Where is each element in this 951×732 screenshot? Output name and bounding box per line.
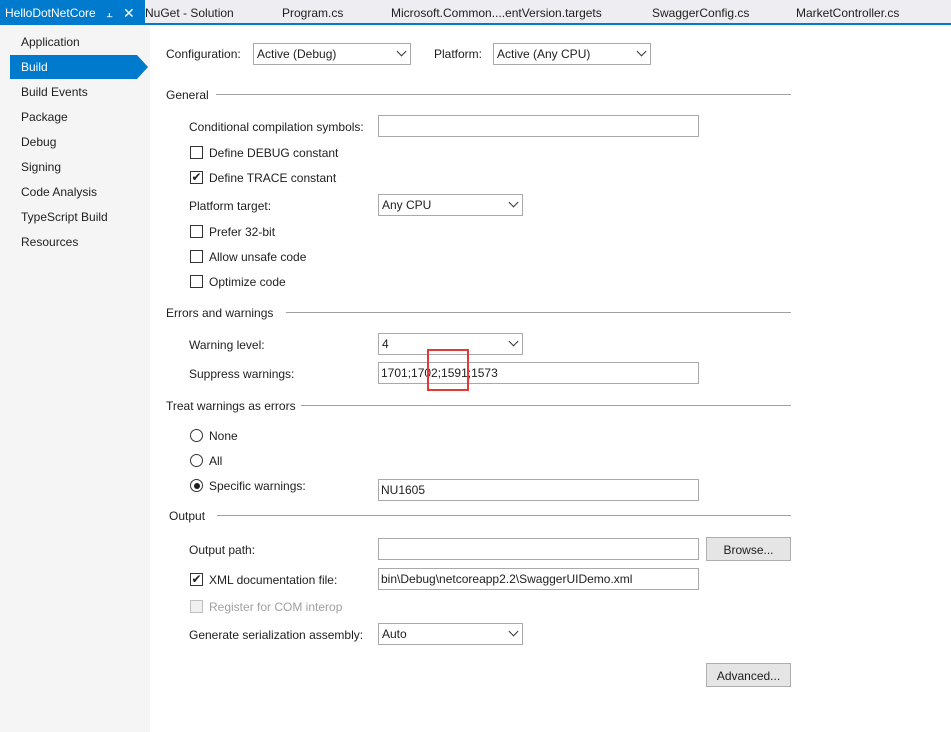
platform-target-value: Any CPU	[382, 198, 432, 212]
register-com-interop-label: Register for COM interop	[209, 600, 343, 614]
treat-none-label: None	[209, 429, 238, 443]
sidebar-item-application[interactable]: Application	[10, 30, 137, 54]
tab-hellodotnetcore[interactable]: HelloDotNetCore ⫠ ✕	[0, 0, 145, 23]
chevron-down-icon	[396, 46, 407, 57]
section-divider	[216, 94, 791, 95]
prefer-32bit-checkbox[interactable]	[190, 225, 203, 238]
warning-level-value: 4	[382, 337, 389, 351]
section-divider	[286, 312, 791, 313]
configuration-label: Configuration:	[166, 47, 241, 61]
specific-warnings-input[interactable]	[378, 479, 699, 501]
xml-documentation-input[interactable]	[378, 568, 699, 590]
tab-nuget-solution[interactable]: NuGet - Solution	[145, 0, 234, 23]
optimize-code-label: Optimize code	[209, 275, 286, 289]
sidebar-item-signing[interactable]: Signing	[10, 155, 137, 179]
tab-label: SwaggerConfig.cs	[652, 6, 750, 20]
browse-button[interactable]: Browse...	[706, 537, 791, 561]
radio-selected-icon	[193, 482, 200, 489]
advanced-button[interactable]: Advanced...	[706, 663, 791, 687]
treat-all-radio[interactable]	[190, 454, 203, 467]
section-title-treat-warnings: Treat warnings as errors	[166, 399, 296, 413]
configuration-dropdown[interactable]: Active (Debug)	[253, 43, 411, 65]
section-divider	[217, 515, 791, 516]
sidebar-item-code-analysis[interactable]: Code Analysis	[10, 180, 137, 204]
close-icon[interactable]: ✕	[123, 0, 135, 27]
treat-all-label: All	[209, 454, 223, 468]
chevron-down-icon	[508, 197, 519, 208]
xml-documentation-label: XML documentation file:	[209, 573, 338, 587]
output-path-label: Output path:	[189, 543, 256, 557]
treat-none-radio[interactable]	[190, 429, 203, 442]
section-title-errors-warnings: Errors and warnings	[166, 306, 274, 320]
define-debug-checkbox[interactable]	[190, 146, 203, 159]
chevron-down-icon	[508, 626, 519, 637]
suppress-warnings-label: Suppress warnings:	[189, 367, 295, 381]
register-com-interop-checkbox	[190, 600, 203, 613]
section-title-output: Output	[169, 509, 206, 523]
warning-level-label: Warning level:	[189, 338, 265, 352]
tab-label: MarketController.cs	[796, 6, 900, 20]
define-trace-label: Define TRACE constant	[209, 171, 337, 185]
conditional-symbols-label: Conditional compilation symbols:	[189, 120, 364, 134]
serialization-assembly-label: Generate serialization assembly:	[189, 628, 364, 642]
tab-marketcontroller-cs[interactable]: MarketController.cs	[796, 0, 899, 23]
active-item-arrow-icon	[137, 55, 148, 79]
output-path-input[interactable]	[378, 538, 699, 560]
sidebar-item-debug[interactable]: Debug	[10, 130, 137, 154]
allow-unsafe-code-checkbox[interactable]	[190, 250, 203, 263]
chevron-down-icon	[636, 46, 647, 57]
platform-target-dropdown[interactable]: Any CPU	[378, 194, 523, 216]
checkmark-icon: ✔	[191, 572, 202, 586]
define-debug-label: Define DEBUG constant	[209, 146, 339, 160]
build-settings-panel: Configuration: Active (Debug) Platform: …	[150, 25, 951, 732]
sidebar-item-package[interactable]: Package	[10, 105, 137, 129]
prefer-32bit-label: Prefer 32-bit	[209, 225, 276, 239]
document-tab-bar: HelloDotNetCore ⫠ ✕ NuGet - Solution Pro…	[0, 0, 951, 25]
treat-specific-label: Specific warnings:	[209, 479, 306, 493]
checkmark-icon: ✔	[191, 170, 202, 184]
configuration-value: Active (Debug)	[257, 47, 337, 61]
sidebar-item-build-events[interactable]: Build Events	[10, 80, 137, 104]
platform-label: Platform:	[434, 47, 483, 61]
sidebar-item-resources[interactable]: Resources	[10, 230, 137, 254]
annotation-highlight-box	[427, 349, 469, 391]
section-divider	[301, 405, 791, 406]
xml-documentation-checkbox[interactable]: ✔	[190, 573, 203, 586]
treat-specific-radio[interactable]	[190, 479, 203, 492]
serialization-assembly-value: Auto	[382, 627, 407, 641]
tab-label: Program.cs	[282, 6, 344, 20]
tab-label: NuGet - Solution	[145, 6, 234, 20]
chevron-down-icon	[508, 336, 519, 347]
tab-label: Microsoft.Common....entVersion.targets	[391, 6, 602, 20]
serialization-assembly-dropdown[interactable]: Auto	[378, 623, 523, 645]
project-properties-sidebar: Application Build Build Events Package D…	[0, 25, 150, 732]
define-trace-checkbox[interactable]: ✔	[190, 171, 203, 184]
sidebar-item-build[interactable]: Build	[10, 55, 137, 79]
allow-unsafe-code-label: Allow unsafe code	[209, 250, 307, 264]
platform-dropdown[interactable]: Active (Any CPU)	[493, 43, 651, 65]
platform-value: Active (Any CPU)	[497, 47, 591, 61]
section-title-general: General	[166, 88, 209, 102]
tab-microsoft-common-targets[interactable]: Microsoft.Common....entVersion.targets	[391, 0, 602, 23]
optimize-code-checkbox[interactable]	[190, 275, 203, 288]
tab-swaggerconfig-cs[interactable]: SwaggerConfig.cs	[652, 0, 749, 23]
platform-target-label: Platform target:	[189, 199, 272, 213]
tab-program-cs[interactable]: Program.cs	[282, 0, 343, 23]
sidebar-item-typescript-build[interactable]: TypeScript Build	[10, 205, 137, 229]
tab-label: HelloDotNetCore	[5, 6, 96, 20]
pin-icon[interactable]: ⫠	[106, 1, 113, 28]
conditional-symbols-input[interactable]	[378, 115, 699, 137]
